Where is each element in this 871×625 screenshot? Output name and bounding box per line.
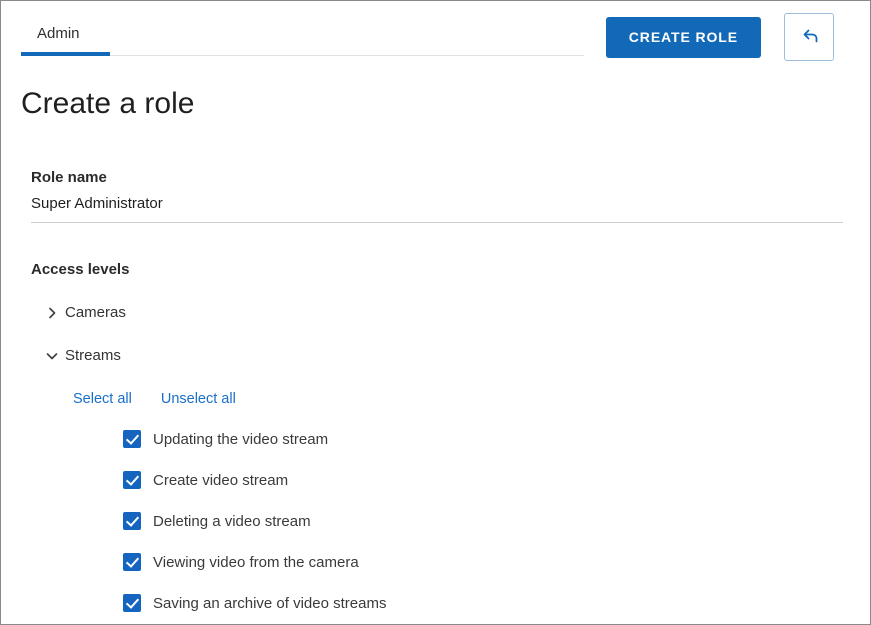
role-name-label: Role name bbox=[31, 169, 843, 186]
admin-create-role-page: Admin CREATE ROLE Create a role Role nam… bbox=[0, 0, 871, 625]
create-role-button[interactable]: CREATE ROLE bbox=[606, 17, 761, 58]
checkbox-row[interactable]: Viewing video from the camera bbox=[31, 553, 840, 571]
checkbox-checked-icon[interactable] bbox=[123, 512, 141, 530]
group-label-cameras: Cameras bbox=[65, 304, 126, 321]
checkbox-label: Saving an archive of video streams bbox=[153, 595, 386, 612]
back-button[interactable] bbox=[784, 13, 834, 61]
streams-bulk-actions: Select all Unselect all bbox=[31, 391, 840, 407]
checkbox-label: Create video stream bbox=[153, 472, 288, 489]
topbar-actions: CREATE ROLE bbox=[606, 13, 834, 61]
checkbox-row[interactable]: Deleting a video stream bbox=[31, 512, 840, 530]
checkbox-checked-icon[interactable] bbox=[123, 471, 141, 489]
topbar: Admin CREATE ROLE bbox=[1, 1, 870, 61]
role-name-section: Role name bbox=[31, 169, 843, 223]
access-levels-section: Access levels Cameras Streams Select all… bbox=[31, 261, 840, 612]
tab-bar: Admin bbox=[21, 17, 584, 56]
checkbox-label: Deleting a video stream bbox=[153, 513, 311, 530]
select-all-link[interactable]: Select all bbox=[73, 391, 132, 407]
role-name-input[interactable] bbox=[31, 188, 843, 223]
tab-admin-label: Admin bbox=[37, 25, 80, 42]
checkbox-row[interactable]: Saving an archive of video streams bbox=[31, 594, 840, 612]
tab-admin[interactable]: Admin bbox=[21, 17, 110, 55]
checkbox-row[interactable]: Updating the video stream bbox=[31, 430, 840, 448]
group-row-streams[interactable]: Streams bbox=[31, 347, 840, 364]
group-row-cameras[interactable]: Cameras bbox=[31, 304, 840, 321]
page-title: Create a role bbox=[21, 87, 850, 121]
checkbox-label: Updating the video stream bbox=[153, 431, 328, 448]
undo-arrow-icon bbox=[798, 26, 820, 48]
checkbox-row[interactable]: Create video stream bbox=[31, 471, 840, 489]
unselect-all-link[interactable]: Unselect all bbox=[161, 391, 236, 407]
checkbox-checked-icon[interactable] bbox=[123, 594, 141, 612]
chevron-right-icon bbox=[44, 305, 60, 321]
group-label-streams: Streams bbox=[65, 347, 121, 364]
checkbox-checked-icon[interactable] bbox=[123, 430, 141, 448]
chevron-down-icon bbox=[44, 348, 60, 364]
access-levels-heading: Access levels bbox=[31, 261, 840, 278]
checkbox-label: Viewing video from the camera bbox=[153, 554, 359, 571]
checkbox-checked-icon[interactable] bbox=[123, 553, 141, 571]
